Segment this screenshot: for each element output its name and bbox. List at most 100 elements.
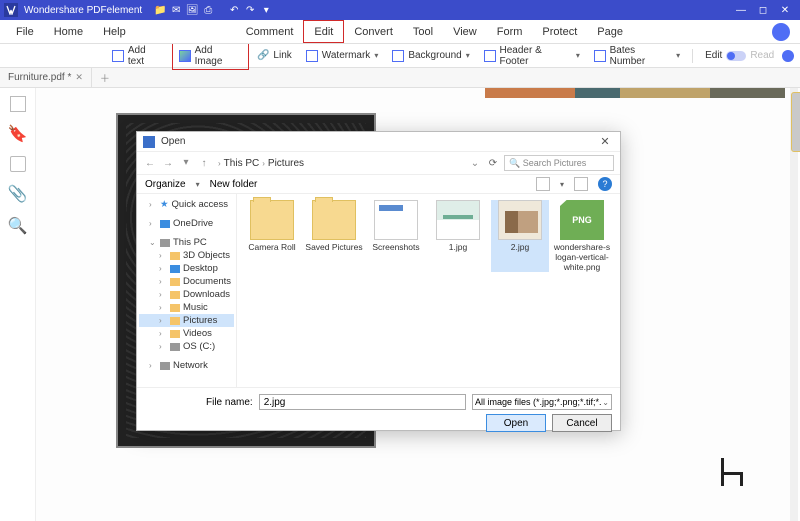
view-mode-button[interactable]: [536, 177, 550, 191]
folder-icon: [374, 200, 418, 240]
bates-number-button[interactable]: Bates Number▾: [588, 43, 686, 69]
menu-edit[interactable]: Edit: [303, 20, 344, 43]
dialog-nav: ← → ▾ ↑ › This PC › Pictures ⌄ ⟳ 🔍 Searc…: [137, 152, 620, 174]
search-icon[interactable]: 🔍: [8, 216, 28, 236]
redo-icon[interactable]: ↷: [242, 0, 258, 20]
folder-icon: [170, 304, 180, 312]
filename-input[interactable]: [259, 394, 466, 410]
print-icon[interactable]: ⎙: [200, 0, 216, 20]
document-tab[interactable]: Furniture.pdf *✕: [0, 68, 92, 87]
png-file-icon: [560, 200, 604, 240]
tree-os-c[interactable]: ›OS (C:): [139, 340, 234, 353]
menubar: File Home Help Comment Edit Convert Tool…: [0, 20, 800, 44]
menu-form[interactable]: Form: [487, 20, 533, 43]
nav-up-icon[interactable]: ↑: [197, 158, 211, 169]
thumbnails-icon[interactable]: [10, 96, 26, 112]
link-button[interactable]: 🔗Link: [251, 48, 298, 63]
view-dropdown-icon[interactable]: ▾: [560, 180, 564, 189]
menu-comment[interactable]: Comment: [236, 20, 304, 43]
tree-onedrive[interactable]: ›OneDrive: [139, 217, 234, 230]
tree-documents[interactable]: ›Documents: [139, 275, 234, 288]
tree-music[interactable]: ›Music: [139, 301, 234, 314]
link-icon: 🔗: [257, 50, 269, 61]
open-icon[interactable]: 📁: [152, 0, 168, 20]
menu-convert[interactable]: Convert: [344, 20, 403, 43]
tree-videos[interactable]: ›Videos: [139, 327, 234, 340]
tree-pictures[interactable]: ›Pictures: [139, 314, 234, 327]
organize-button[interactable]: Organize: [145, 179, 186, 190]
crumb-dropdown-icon[interactable]: ⌄: [468, 158, 482, 169]
menu-file[interactable]: File: [6, 20, 44, 43]
tree-3d-objects[interactable]: ›3D Objects: [139, 249, 234, 262]
dialog-search-input[interactable]: 🔍 Search Pictures: [504, 155, 614, 171]
nav-history-icon[interactable]: ▾: [179, 157, 193, 168]
tab-close-icon[interactable]: ✕: [75, 72, 83, 83]
menu-page[interactable]: Page: [587, 20, 633, 43]
help-icon[interactable]: ?: [598, 177, 612, 191]
tree-downloads[interactable]: ›Downloads: [139, 288, 234, 301]
cloud-icon: [160, 220, 170, 228]
document-image-strip: [485, 88, 785, 98]
open-button[interactable]: Open: [486, 414, 546, 432]
maximize-button[interactable]: ◻: [752, 5, 774, 16]
vertical-scrollbar[interactable]: [790, 88, 798, 521]
minimize-button[interactable]: —: [730, 5, 752, 16]
dialog-titlebar: Open ✕: [137, 132, 620, 152]
options-icon[interactable]: [782, 50, 794, 62]
dialog-close-button[interactable]: ✕: [596, 135, 614, 148]
folder-tree[interactable]: ›★Quick access ›OneDrive ⌄This PC ›3D Ob…: [137, 194, 237, 387]
header-footer-button[interactable]: Header & Footer▾: [478, 43, 586, 69]
file-item[interactable]: Saved Pictures: [305, 200, 363, 272]
filename-label: File name:: [206, 397, 253, 408]
edit-toolbar: Add text Add Image 🔗Link Watermark▾ Back…: [0, 44, 800, 68]
quickaccess-dropdown-icon[interactable]: ▾: [258, 0, 274, 20]
background-button[interactable]: Background▾: [386, 48, 475, 64]
new-folder-button[interactable]: New folder: [210, 179, 258, 190]
mail-icon[interactable]: ✉: [168, 0, 184, 20]
menu-tool[interactable]: Tool: [403, 20, 443, 43]
user-avatar-icon[interactable]: [772, 23, 790, 41]
mode-switch-icon[interactable]: [726, 51, 746, 61]
preview-pane-button[interactable]: [574, 177, 588, 191]
organize-dropdown-icon[interactable]: ▾: [196, 180, 200, 189]
menu-protect[interactable]: Protect: [532, 20, 587, 43]
cancel-button[interactable]: Cancel: [552, 414, 612, 432]
file-item[interactable]: wondershare-slogan-vertical-white.png: [553, 200, 611, 272]
tree-network[interactable]: ›Network: [139, 359, 234, 372]
breadcrumb[interactable]: › This PC › Pictures: [215, 158, 304, 169]
network-icon: [160, 362, 170, 370]
nav-forward-icon[interactable]: →: [161, 158, 175, 169]
file-item[interactable]: 1.jpg: [429, 200, 487, 272]
titlebar: Wondershare PDFelement 📁 ✉ 🖼 ⎙ ↶ ↷ ▾ — ◻…: [0, 0, 800, 20]
new-tab-button[interactable]: ＋: [92, 70, 118, 85]
drive-icon: [170, 343, 180, 351]
refresh-icon[interactable]: ⟳: [486, 158, 500, 169]
nav-back-icon[interactable]: ←: [143, 158, 157, 169]
annotations-icon[interactable]: [10, 156, 26, 172]
document-tabbar: Furniture.pdf *✕ ＋: [0, 68, 800, 88]
menu-help[interactable]: Help: [93, 20, 136, 43]
scrollbar-thumb[interactable]: [791, 92, 800, 152]
file-item[interactable]: Screenshots: [367, 200, 425, 272]
file-item[interactable]: Camera Roll: [243, 200, 301, 272]
file-list[interactable]: Camera Roll Saved Pictures Screenshots 1…: [237, 194, 620, 387]
chair-glyph: [721, 458, 745, 486]
file-item-selected[interactable]: 2.jpg: [491, 200, 549, 272]
menu-home[interactable]: Home: [44, 20, 93, 43]
tree-quick-access[interactable]: ›★Quick access: [139, 198, 234, 211]
menu-view[interactable]: View: [443, 20, 487, 43]
file-filter-select[interactable]: All image files (*.jpg;*.png;*.tif;*.⌄: [472, 394, 612, 410]
attachment-icon[interactable]: 📎: [8, 184, 28, 204]
image-icon[interactable]: 🖼: [184, 0, 200, 20]
add-image-button[interactable]: Add Image: [172, 42, 249, 70]
watermark-button[interactable]: Watermark▾: [300, 48, 385, 64]
image-thumbnail: [498, 200, 542, 240]
add-text-button[interactable]: Add text: [106, 43, 170, 69]
tree-desktop[interactable]: ›Desktop: [139, 262, 234, 275]
undo-icon[interactable]: ↶: [226, 0, 242, 20]
edit-mode-toggle[interactable]: EditRead: [699, 48, 780, 63]
picture-icon: [179, 50, 191, 62]
close-button[interactable]: ✕: [774, 5, 796, 16]
bookmark-icon[interactable]: 🔖: [8, 124, 28, 144]
tree-this-pc[interactable]: ⌄This PC: [139, 236, 234, 249]
